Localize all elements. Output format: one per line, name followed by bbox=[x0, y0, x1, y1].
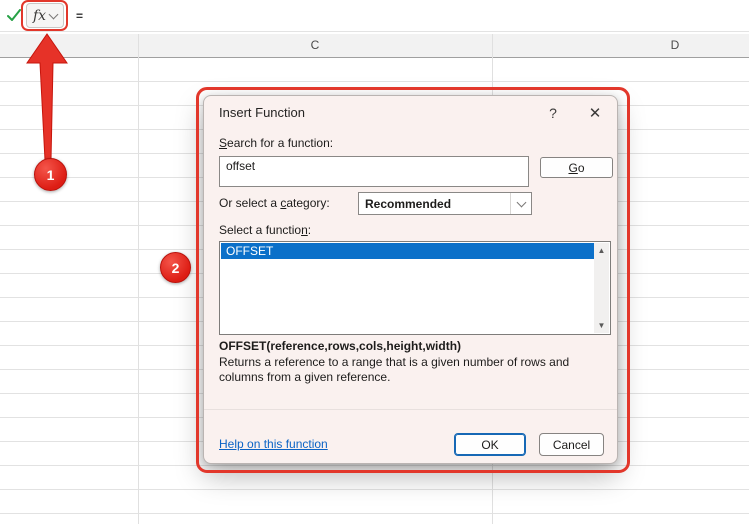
close-icon[interactable]: ✕ bbox=[582, 101, 608, 125]
annotation-step-1-badge: 1 bbox=[34, 158, 67, 191]
select-function-label: Select a function: bbox=[219, 223, 311, 237]
category-label-pre: Or select a bbox=[219, 196, 281, 210]
search-function-label: Search for a function: bbox=[219, 136, 333, 150]
category-label: Or select a category: bbox=[219, 196, 330, 210]
column-header-c[interactable]: C bbox=[138, 34, 492, 57]
select-accesskey: n bbox=[301, 223, 308, 237]
go-accesskey: G bbox=[568, 160, 578, 175]
formula-text: = bbox=[76, 8, 84, 23]
cancel-button[interactable]: Cancel bbox=[539, 433, 604, 456]
scroll-up-icon[interactable]: ▲ bbox=[594, 243, 609, 258]
select-label-post: : bbox=[307, 223, 312, 237]
fx-icon: fx bbox=[32, 7, 47, 24]
category-label-post: ategory: bbox=[286, 196, 330, 210]
list-item-offset[interactable]: OFFSET bbox=[221, 243, 594, 259]
function-signature: OFFSET(reference,rows,cols,height,width) bbox=[219, 339, 462, 353]
function-listbox[interactable]: OFFSET ▲ ▼ bbox=[219, 241, 611, 335]
search-label-accesskey: S bbox=[219, 136, 228, 150]
insert-function-dialog: Insert Function ? ✕ Search for a functio… bbox=[203, 95, 618, 464]
column-headers: C D bbox=[0, 34, 749, 58]
select-label-pre: Select a functio bbox=[219, 223, 302, 237]
formula-bar: fx = bbox=[0, 0, 749, 32]
dialog-help-icon[interactable]: ? bbox=[540, 101, 566, 125]
formula-input[interactable]: = bbox=[70, 0, 749, 31]
fx-chevron-down-icon bbox=[48, 9, 59, 19]
ok-button[interactable]: OK bbox=[454, 433, 526, 456]
scroll-down-icon[interactable]: ▼ bbox=[594, 318, 609, 333]
category-dropdown[interactable]: Recommended bbox=[358, 192, 532, 215]
gridline-vertical bbox=[138, 34, 139, 524]
search-label-text: earch for a function: bbox=[227, 136, 334, 150]
dialog-divider bbox=[204, 409, 617, 410]
go-button[interactable]: Go bbox=[540, 157, 613, 178]
enter-check-icon[interactable] bbox=[7, 9, 22, 22]
insert-function-button[interactable]: fx bbox=[26, 3, 64, 28]
function-description: Returns a reference to a range that is a… bbox=[219, 355, 570, 384]
category-dropdown-button[interactable] bbox=[510, 193, 531, 214]
column-header-d[interactable]: D bbox=[492, 34, 749, 57]
excel-window: fx = C D Insert Function ? ✕ Search for … bbox=[0, 0, 749, 524]
annotation-step-2-badge: 2 bbox=[160, 252, 191, 283]
chevron-down-icon bbox=[516, 197, 526, 207]
help-on-function-link[interactable]: Help on this function bbox=[219, 437, 328, 451]
search-function-input[interactable] bbox=[219, 156, 529, 187]
dialog-title: Insert Function bbox=[219, 105, 305, 120]
go-text: o bbox=[577, 160, 585, 175]
category-selected-value: Recommended bbox=[365, 196, 452, 211]
listbox-scrollbar[interactable]: ▲ ▼ bbox=[594, 243, 609, 333]
